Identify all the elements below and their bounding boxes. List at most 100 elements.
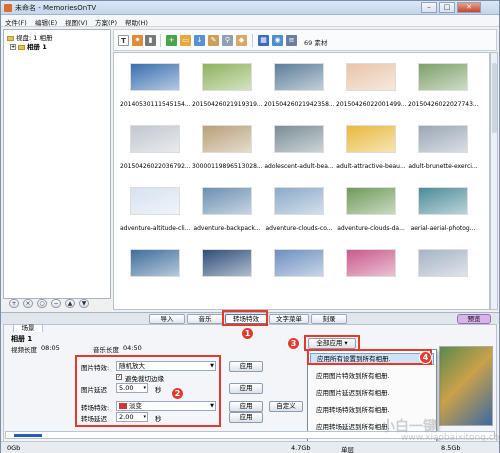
photo-tile[interactable]: adventure-backpack... bbox=[192, 181, 262, 237]
highlight-effect-settings bbox=[75, 355, 221, 427]
photo-tile[interactable] bbox=[264, 243, 334, 299]
photo-tile[interactable]: adventure-altitude-cli... bbox=[120, 181, 190, 237]
photo-tile[interactable]: adventure-clouds-co... bbox=[264, 181, 334, 237]
scroll-thumb[interactable] bbox=[492, 63, 497, 133]
delete-album-icon[interactable]: − bbox=[51, 299, 61, 308]
text-icon[interactable]: T bbox=[118, 35, 129, 46]
menu-help[interactable]: 帮助(H) bbox=[125, 17, 148, 27]
photo-name: 20150426022027743... bbox=[408, 101, 478, 108]
step-badge-4: 4 bbox=[419, 351, 432, 364]
photo-tile[interactable]: 20150426022036792... bbox=[120, 119, 190, 175]
photo-name: 20150426021919319... bbox=[192, 101, 262, 108]
menu-file[interactable]: 文件(F) bbox=[5, 17, 27, 27]
menu-apply-image-delay[interactable]: 应用图片延迟到所有相册. bbox=[316, 387, 390, 397]
photo-tile[interactable] bbox=[120, 243, 190, 299]
photo-tile[interactable]: 20150426021942358... bbox=[264, 57, 334, 113]
photo-tile[interactable]: 20150426022027743... bbox=[408, 57, 478, 113]
add-album-icon[interactable]: + bbox=[9, 299, 19, 308]
folder-icon bbox=[18, 44, 25, 50]
grid-view-icon[interactable]: ▦ bbox=[258, 35, 269, 46]
music-length-value: 04:50 bbox=[123, 344, 142, 352]
photo-tile[interactable]: 20140530111545154... bbox=[120, 57, 190, 113]
photo-thumbnail bbox=[418, 125, 468, 153]
duplicate-album-icon[interactable]: ○ bbox=[37, 299, 47, 308]
edit-icon[interactable]: ✎ bbox=[208, 35, 219, 46]
photo-thumbnail bbox=[418, 249, 468, 277]
photo-tile[interactable]: 30000119896513028... bbox=[192, 119, 262, 175]
photo-name: 30000119896513028... bbox=[192, 163, 262, 170]
title-bar: 未命名 - MemoriesOnTV – □ ✕ bbox=[1, 1, 499, 15]
music-length-label: 音乐长度 bbox=[93, 346, 119, 354]
photo-tile[interactable]: adult-attractive-beau... bbox=[336, 119, 406, 175]
photo-tile[interactable] bbox=[192, 243, 262, 299]
photo-thumbnail bbox=[130, 125, 180, 153]
photo-thumbnail bbox=[418, 187, 468, 215]
photo-name: 20140530111545154... bbox=[120, 101, 190, 108]
tab-text-menu[interactable]: 文字菜单 bbox=[269, 314, 309, 324]
photo-name: 20150426021942358... bbox=[264, 101, 334, 108]
apply-transition-button[interactable]: 应用 bbox=[229, 401, 263, 412]
apply-image-delay-button[interactable]: 应用 bbox=[229, 383, 263, 394]
custom-button[interactable]: 自定义 bbox=[269, 401, 303, 412]
photo-thumbnail bbox=[130, 249, 180, 277]
photo-thumbnail bbox=[202, 187, 252, 215]
apply-image-effect-button[interactable]: 应用 bbox=[229, 361, 263, 372]
tree-album-label: 相册 1 bbox=[27, 43, 47, 51]
photo-grid-scrollbar[interactable] bbox=[490, 52, 498, 310]
search-icon[interactable]: ⚲ bbox=[222, 35, 233, 46]
box-icon[interactable]: ◆ bbox=[236, 35, 247, 46]
menu-apply-image-effect[interactable]: 应用图片特效到所有相册. bbox=[316, 370, 390, 380]
open-folder-icon[interactable]: ▭ bbox=[180, 35, 191, 46]
photo-tile[interactable]: adult-brunette-exerci... bbox=[408, 119, 478, 175]
menu-apply-transition[interactable]: 应用转场特效到所有相册. bbox=[316, 404, 390, 414]
window-title: 未命名 - MemoriesOnTV bbox=[15, 4, 97, 12]
menu-view[interactable]: 视图(V) bbox=[65, 17, 88, 27]
menu-project[interactable]: 方案(P) bbox=[95, 17, 117, 27]
album-tree: 视盘: 1 相册 + 相册 1 bbox=[3, 29, 111, 299]
detail-view-icon[interactable]: ◉ bbox=[272, 35, 283, 46]
capacity-start: 0Gb bbox=[7, 444, 21, 452]
photo-tile[interactable] bbox=[408, 243, 478, 299]
tab-burn[interactable]: 刻录 bbox=[311, 314, 347, 324]
move-up-icon[interactable]: ▲ bbox=[65, 299, 75, 308]
move-down-icon[interactable]: ▼ bbox=[79, 299, 89, 308]
photo-name: 20150426022001499... bbox=[336, 101, 406, 108]
photo-name: aerial-aerial-photog... bbox=[410, 225, 476, 232]
photo-grid: 20140530111545154... 20150426021919319...… bbox=[113, 52, 490, 310]
preview-button[interactable]: 预览 bbox=[457, 314, 491, 324]
photo-tile[interactable]: aerial-aerial-photog... bbox=[408, 181, 478, 237]
trash-icon[interactable]: ▮ bbox=[145, 35, 156, 46]
photo-thumbnail bbox=[346, 63, 396, 91]
minimize-button[interactable]: – bbox=[421, 2, 437, 13]
step-badge-3: 3 bbox=[287, 337, 300, 350]
menu-edit[interactable]: 编辑(E) bbox=[35, 17, 57, 27]
tab-music[interactable]: 音乐 bbox=[187, 314, 223, 324]
photo-tile[interactable]: 20150426022001499... bbox=[336, 57, 406, 113]
photo-name: adventure-clouds-co... bbox=[265, 225, 333, 232]
photo-thumbnail bbox=[346, 249, 396, 277]
disc-icon bbox=[7, 35, 14, 41]
preview-image bbox=[439, 346, 493, 426]
import-icon[interactable]: ↓ bbox=[194, 35, 205, 46]
remove-album-icon[interactable]: × bbox=[23, 299, 33, 308]
photo-tile[interactable]: 20150426021919319... bbox=[192, 57, 262, 113]
capacity-end: 8.5Gb bbox=[441, 444, 461, 452]
photo-tile[interactable]: adventure-clouds-da... bbox=[336, 181, 406, 237]
gear-icon[interactable]: ✷ bbox=[132, 35, 143, 46]
photo-tile[interactable]: adolescent-adult-bea... bbox=[264, 119, 334, 175]
highlight-apply-all-settings bbox=[307, 349, 432, 365]
photo-tile[interactable] bbox=[336, 243, 406, 299]
photo-name: adventure-clouds-da... bbox=[337, 225, 405, 232]
list-view-icon[interactable]: ≡ bbox=[286, 35, 297, 46]
tree-album[interactable]: + 相册 1 bbox=[10, 41, 47, 51]
tab-import[interactable]: 导入 bbox=[149, 314, 185, 324]
status-layer: 单层 bbox=[341, 446, 354, 453]
apply-transition-delay-button[interactable]: 应用 bbox=[229, 412, 263, 423]
expand-icon[interactable]: + bbox=[10, 44, 16, 50]
scene-tab[interactable]: 场景 bbox=[13, 324, 43, 332]
maximize-button[interactable]: □ bbox=[439, 2, 455, 13]
photo-thumbnail bbox=[418, 63, 468, 91]
add-photo-icon[interactable]: + bbox=[166, 35, 177, 46]
close-button[interactable]: ✕ bbox=[457, 2, 481, 13]
menu-apply-transition-delay[interactable]: 应用转场延迟到所有相册. bbox=[316, 421, 390, 431]
